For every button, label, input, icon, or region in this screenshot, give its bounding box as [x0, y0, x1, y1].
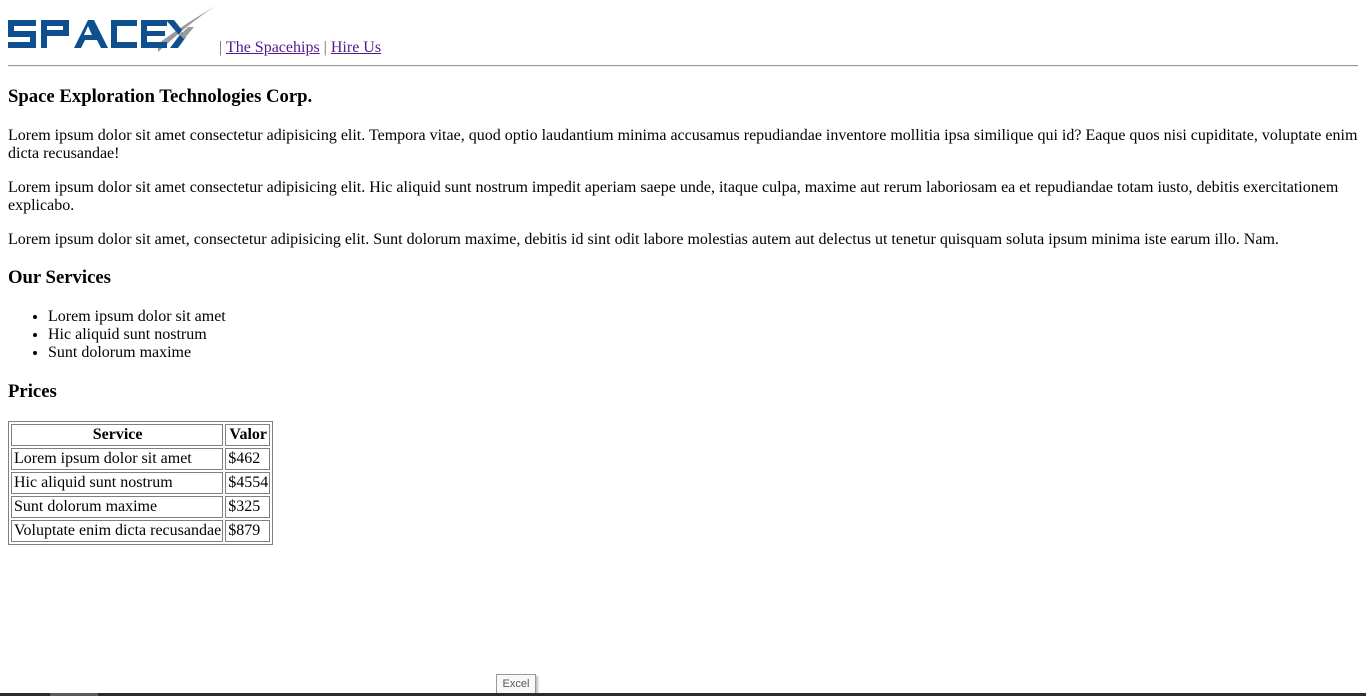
service-cell: Lorem ipsum dolor sit amet — [11, 448, 224, 470]
prices-table: Service Valor Lorem ipsum dolor sit amet… — [8, 421, 274, 545]
services-heading: Our Services — [8, 267, 111, 288]
list-item: Hic aliquid sunt nostrum — [48, 326, 226, 344]
price-cell: $4554 — [225, 472, 271, 494]
table-row: Voluptate enim dicta recusandae $879 — [11, 520, 271, 542]
paragraph-1: Lorem ipsum dolor sit amet consectetur a… — [8, 127, 1358, 162]
nav-link-spaceships[interactable]: The Spacehips — [226, 39, 320, 56]
table-row: Sunt dolorum maxime $325 — [11, 496, 271, 518]
table-row: Hic aliquid sunt nostrum $4554 — [11, 472, 271, 494]
page: | The Spacehips | Hire Us Space Explorat… — [8, 0, 1358, 545]
top-nav: | The Spacehips | Hire Us — [219, 38, 381, 58]
list-item: Sunt dolorum maxime — [48, 344, 226, 362]
header-divider — [8, 65, 1358, 67]
price-cell: $325 — [225, 496, 271, 518]
service-cell: Voluptate enim dicta recusandae — [11, 520, 224, 542]
nav-link-hire-us[interactable]: Hire Us — [331, 39, 381, 56]
service-cell: Hic aliquid sunt nostrum — [11, 472, 224, 494]
column-header-service: Service — [11, 424, 224, 446]
nav-separator: | — [219, 39, 223, 56]
table-header-row: Service Valor — [11, 424, 271, 446]
header: | The Spacehips | Hire Us — [8, 0, 1358, 66]
spacex-logo — [8, 6, 216, 52]
table-row: Lorem ipsum dolor sit amet $462 — [11, 448, 271, 470]
column-header-valor: Valor — [225, 424, 271, 446]
list-item: Lorem ipsum dolor sit amet — [48, 308, 226, 326]
paragraph-3: Lorem ipsum dolor sit amet, consectetur … — [8, 231, 1279, 248]
price-cell: $462 — [225, 448, 271, 470]
nav-separator: | — [323, 39, 327, 56]
services-list: Lorem ipsum dolor sit amet Hic aliquid s… — [8, 308, 226, 362]
service-cell: Sunt dolorum maxime — [11, 496, 224, 518]
page-title: Space Exploration Technologies Corp. — [8, 86, 313, 107]
excel-tooltip: Excel — [496, 674, 536, 694]
paragraph-2: Lorem ipsum dolor sit amet consectetur a… — [8, 179, 1339, 214]
prices-heading: Prices — [8, 381, 57, 402]
price-cell: $879 — [225, 520, 271, 542]
